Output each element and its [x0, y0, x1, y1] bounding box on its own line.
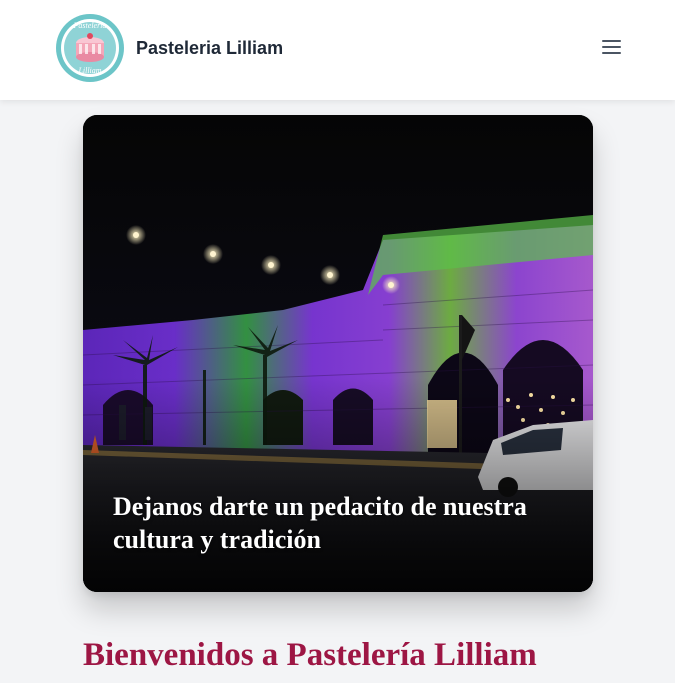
logo: Pastelería Lilliam — [56, 14, 124, 82]
brand-link[interactable]: Pastelería Lilliam Pasteleria Lilliam — [55, 13, 283, 83]
menu-button[interactable] — [598, 36, 626, 58]
welcome-title: Bienvenidos a Pastelería Lilliam — [83, 637, 537, 673]
hamburger-menu-icon — [602, 40, 621, 54]
site-header: Pastelería Lilliam Pasteleria Lilliam — [0, 0, 675, 100]
logo-text-top: Pastelería — [73, 21, 107, 30]
brand-name: Pasteleria Lilliam — [136, 37, 284, 58]
logo-text-bottom: Lilliam — [77, 66, 101, 75]
hero-banner: Dejanos darte un pedacito de nuestra cul… — [83, 115, 593, 592]
hero-caption: Dejanos darte un pedacito de nuestra cul… — [113, 492, 527, 554]
